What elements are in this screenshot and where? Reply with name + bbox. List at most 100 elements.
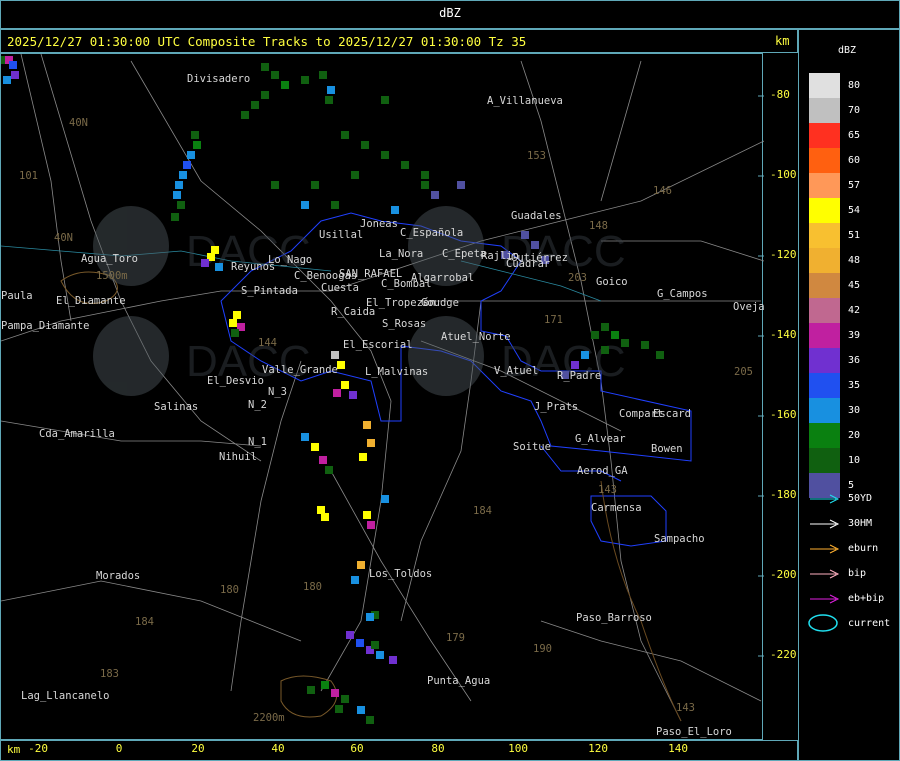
legend-level-label: 51 — [848, 230, 861, 241]
radar-echoes — [1, 56, 664, 724]
echo-pixel — [311, 181, 315, 185]
echo-pixel — [611, 331, 615, 335]
route-number-label: 184 — [473, 505, 492, 517]
echo-pixel — [571, 361, 575, 365]
echo-pixel — [187, 165, 191, 169]
echo-pixel — [660, 355, 664, 359]
echo-pixel — [261, 91, 265, 95]
echo-pixel — [335, 355, 339, 359]
echo-pixel — [350, 635, 354, 639]
echo-pixel — [535, 245, 539, 249]
echo-pixel — [395, 206, 399, 210]
echo-pixel — [317, 506, 321, 510]
echo-pixel — [271, 71, 275, 75]
echo-pixel — [375, 615, 379, 619]
echo-pixel — [457, 181, 461, 185]
echo-pixel — [601, 350, 605, 354]
echo-pixel — [321, 517, 325, 521]
echo-pixel — [311, 447, 315, 451]
y-tick-label: -140 — [770, 328, 797, 341]
echo-pixel — [323, 71, 327, 75]
echo-pixel — [241, 327, 245, 331]
echo-pixel — [11, 71, 15, 75]
route-number-label: 180 — [303, 581, 322, 593]
echo-pixel — [585, 351, 589, 355]
place-label: N_3 — [268, 386, 287, 398]
echo-pixel — [370, 617, 374, 621]
echo-pixel — [381, 151, 385, 155]
echo-pixel — [356, 643, 360, 647]
echo-pixel — [301, 433, 305, 437]
echo-pixel — [275, 75, 279, 79]
echo-pixel — [329, 466, 333, 470]
route-number-label: 153 — [527, 150, 546, 162]
legend-level-label: 70 — [848, 105, 861, 116]
echo-pixel — [357, 565, 361, 569]
echo-pixel — [421, 175, 425, 179]
place-labels: Divisadero A_Villanueva UsillalJoneasC_Esp… — [1, 73, 764, 738]
echo-pixel — [365, 141, 369, 145]
echo-pixel — [325, 470, 329, 474]
route-number-label: 40N — [69, 117, 88, 129]
echo-pixel — [595, 335, 599, 339]
echo-pixel — [345, 385, 349, 389]
route-number-label: 143 — [676, 702, 695, 714]
route-number-label: 190 — [533, 643, 552, 655]
y-tick-label: -80 — [770, 88, 790, 101]
echo-pixel — [265, 91, 269, 95]
place-label: Sampacho — [654, 533, 705, 545]
echo-pixel — [315, 185, 319, 189]
echo-pixel — [341, 381, 345, 385]
x-tick-label: -20 — [28, 742, 48, 755]
echo-pixel — [15, 71, 19, 75]
echo-pixel — [335, 709, 339, 713]
echo-pixel — [331, 90, 335, 94]
echo-pixel — [333, 393, 337, 397]
echo-pixel — [401, 161, 405, 165]
echo-pixel — [345, 131, 349, 135]
echo-pixel — [171, 213, 175, 217]
echo-pixel — [323, 75, 327, 79]
echo-pixel — [385, 499, 389, 503]
y-tick-label: -180 — [770, 488, 797, 501]
echo-pixel — [355, 580, 359, 584]
legend-track-label: 50YD — [848, 493, 873, 504]
echo-pixel — [345, 381, 349, 385]
place-label: Usillal — [319, 229, 363, 241]
echo-pixel — [215, 267, 219, 271]
legend-swatch — [809, 148, 840, 173]
echo-pixel — [371, 641, 375, 645]
echo-pixel — [333, 389, 337, 393]
echo-pixel — [371, 439, 375, 443]
echo-pixel — [367, 525, 371, 529]
echo-pixel — [367, 421, 371, 425]
route-number-label: 146 — [653, 185, 672, 197]
echo-pixel — [370, 720, 374, 724]
echo-pixel — [375, 645, 379, 649]
echo-pixel — [345, 699, 349, 703]
echo-pixel — [601, 323, 605, 327]
echo-pixel — [339, 709, 343, 713]
echo-pixel — [521, 235, 525, 239]
legend-swatch — [809, 123, 840, 148]
place-label: A_Villanueva — [487, 95, 563, 107]
echo-pixel — [385, 151, 389, 155]
echo-pixel — [660, 351, 664, 355]
echo-pixel — [261, 67, 265, 71]
echo-pixel — [355, 171, 359, 175]
echo-pixel — [401, 165, 405, 169]
echo-pixel — [183, 165, 187, 169]
place-label: N_2 — [248, 399, 267, 411]
echo-pixel — [317, 510, 321, 514]
place-label: Joneas — [360, 218, 398, 230]
current-ellipse-icon — [808, 614, 838, 632]
echo-pixel — [371, 645, 375, 649]
echo-pixel — [581, 351, 585, 355]
echo-pixel — [385, 155, 389, 159]
place-label: C_Española — [400, 227, 463, 239]
echo-pixel — [13, 61, 17, 65]
echo-pixel — [361, 561, 365, 565]
radar-map[interactable]: DACC DACC DACC DACC Divisadero A_Villanue… — [0, 53, 764, 740]
place-label: Soitue — [513, 441, 551, 453]
echo-pixel — [3, 80, 7, 84]
